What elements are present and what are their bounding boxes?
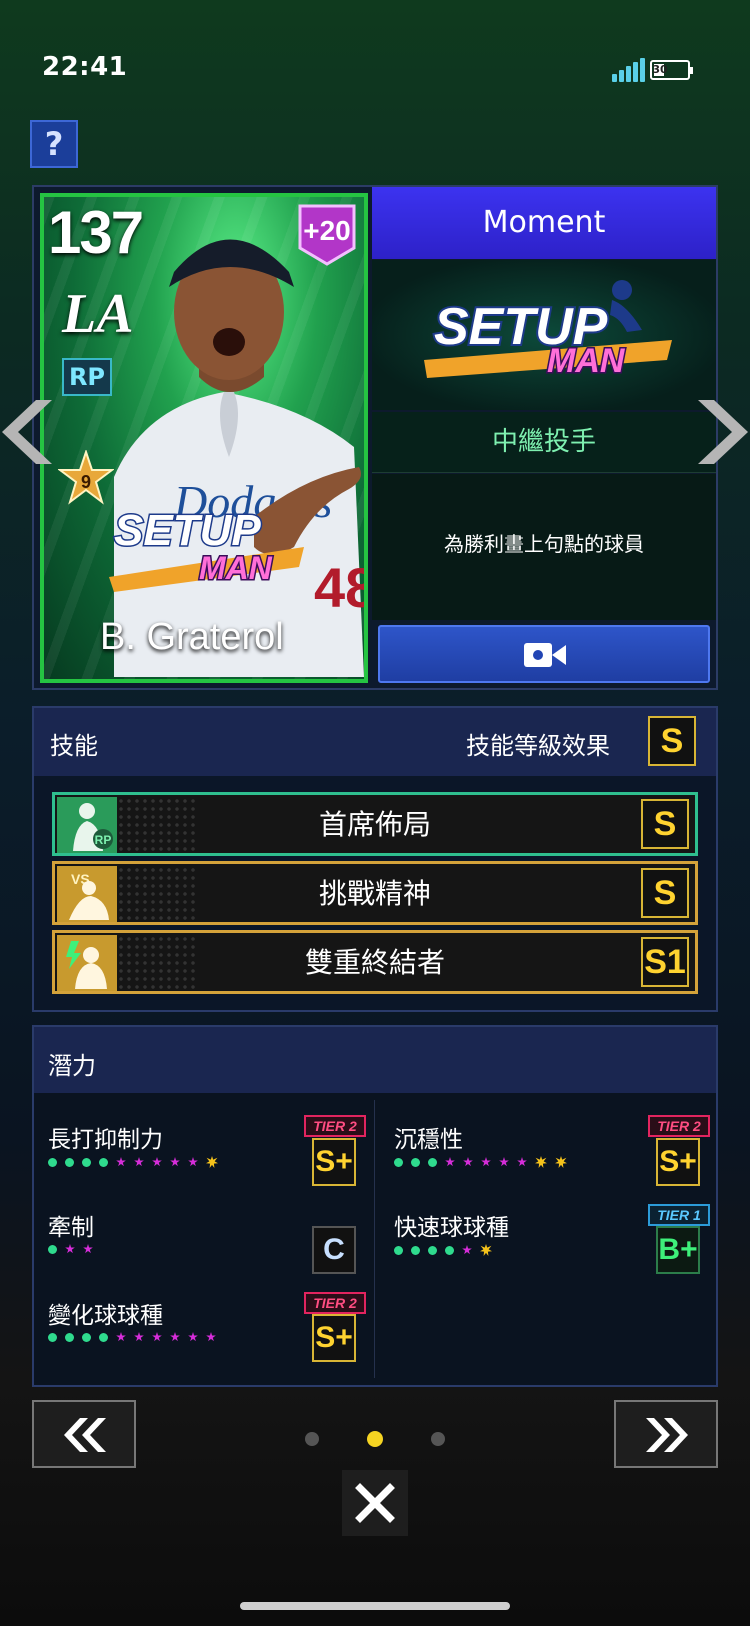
help-button[interactable]: ? — [30, 120, 78, 168]
battery-icon: 30 — [650, 60, 693, 80]
jersey-number: 48 — [314, 556, 364, 619]
potential-stars — [48, 1156, 226, 1172]
rank-star-badge: 9 — [58, 450, 114, 505]
signal-icon — [612, 58, 645, 82]
potential-name: 長打抑制力 — [48, 1127, 163, 1153]
potential-name: 牽制 — [48, 1215, 94, 1241]
overall-rating: 137 — [48, 199, 144, 266]
potential-name: 沉穩性 — [394, 1127, 463, 1153]
potential-tier: TIER 1 — [648, 1204, 710, 1226]
moment-header: Moment — [372, 187, 716, 259]
potential-stars — [394, 1244, 500, 1260]
potential-tier: TIER 2 — [648, 1115, 710, 1137]
potential-grade: B+ — [656, 1226, 700, 1274]
skill-name: 雙重終結者 — [304, 946, 445, 979]
video-camera-icon — [524, 643, 566, 667]
moment-subtitle: 中繼投手 — [372, 412, 716, 473]
boost-badge: +20 — [298, 204, 356, 266]
potential-grade: S+ — [312, 1314, 356, 1362]
potential-title: 潛力 — [48, 1052, 96, 1080]
skill-row[interactable]: VS 挑戰精神 S — [52, 861, 698, 925]
skills-level-label: 技能等級效果 — [466, 732, 610, 760]
potential-stars — [48, 1244, 101, 1260]
team-logo: LA — [62, 283, 134, 345]
skills-header — [34, 708, 716, 776]
skill-grade: S — [641, 868, 689, 918]
potential-grade: S+ — [312, 1138, 356, 1186]
rank-level: 9 — [81, 472, 91, 492]
double-chevron-left-icon — [64, 1418, 106, 1452]
player-name: B. Graterol — [100, 616, 284, 658]
potential-tier: TIER 2 — [304, 1292, 366, 1314]
skill-name: 首席佈局 — [318, 808, 431, 841]
page-indicator-dot[interactable] — [305, 1432, 319, 1446]
potential-stars — [48, 1332, 224, 1348]
skills-level-grade: S — [648, 716, 696, 766]
card-logo-bottom: MAN — [199, 550, 273, 586]
potential-name: 變化球球種 — [48, 1303, 163, 1329]
card-setupman-logo: SETUP MAN — [109, 505, 304, 592]
skill-grade: S — [641, 799, 689, 849]
previous-card-button[interactable] — [32, 1400, 136, 1468]
video-button[interactable] — [378, 625, 710, 683]
position-badge: RP — [62, 358, 112, 396]
double-chevron-right-icon — [646, 1418, 688, 1452]
card-logo-top: SETUP — [114, 506, 261, 555]
potential-tier: TIER 2 — [304, 1115, 366, 1137]
boost-value: +20 — [303, 215, 351, 246]
potential-divider — [374, 1100, 375, 1378]
potential-header — [34, 1027, 716, 1093]
close-icon — [355, 1483, 395, 1523]
skill-name: 挑戰精神 — [318, 877, 431, 910]
page-indicator-dot-active[interactable] — [367, 1431, 383, 1447]
status-time: 22:41 — [42, 52, 128, 82]
chevron-left-icon[interactable] — [0, 400, 52, 464]
moment-logo-bottom: MAN — [547, 342, 626, 380]
moment-description: 為勝利畫上句點的球員 — [372, 474, 716, 620]
potential-stars — [394, 1156, 575, 1172]
battery-level: 30 — [652, 63, 668, 76]
skill-grade: S1 — [641, 937, 689, 987]
skill-row[interactable]: RP 首席佈局 S — [52, 792, 698, 856]
potential-grade: S+ — [656, 1138, 700, 1186]
potential-grade: C — [312, 1226, 356, 1274]
moment-logo-image: SETUP MAN — [372, 260, 716, 410]
next-card-button[interactable] — [614, 1400, 718, 1468]
skill-row[interactable]: 雙重終結者 S1 — [52, 930, 698, 994]
home-indicator — [240, 1602, 510, 1610]
close-button[interactable] — [342, 1470, 408, 1536]
player-portrait: Dodgers 48 — [114, 239, 364, 677]
help-icon: ? — [44, 125, 64, 163]
potential-name: 快速球球種 — [394, 1215, 509, 1241]
skills-title: 技能 — [50, 732, 98, 760]
chevron-right-icon[interactable] — [698, 400, 750, 464]
page-indicator-dot[interactable] — [431, 1432, 445, 1446]
